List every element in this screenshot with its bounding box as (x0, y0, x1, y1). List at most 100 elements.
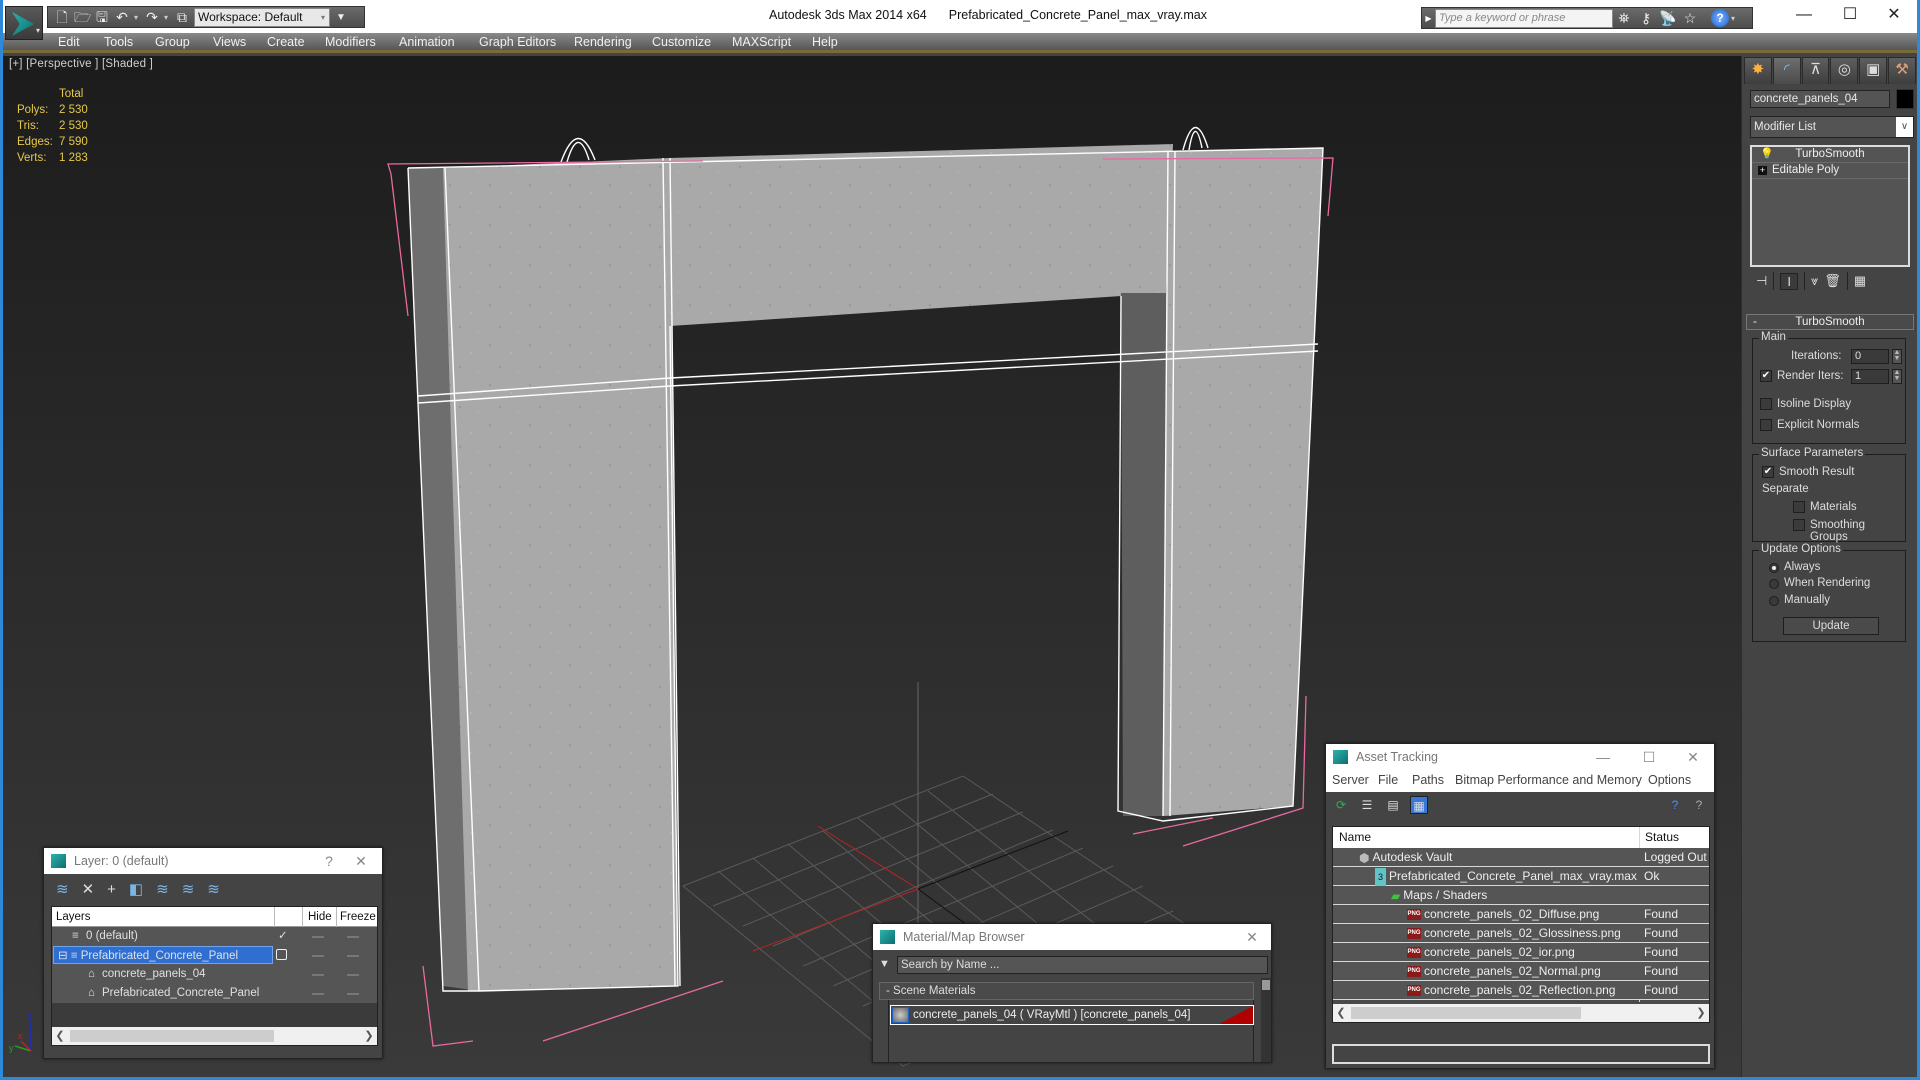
layer-row[interactable]: ⌂ Prefabricated_Concrete_Panel (52, 984, 377, 1003)
hide-toggle[interactable] (312, 974, 324, 976)
column-layers[interactable]: Layers (56, 907, 91, 927)
isoline-display-checkbox[interactable] (1760, 398, 1772, 410)
highlight-layer-icon[interactable]: ≋ (182, 880, 195, 898)
smooth-result-checkbox[interactable]: ✔ (1762, 466, 1774, 478)
menu-rendering[interactable]: Rendering (574, 35, 632, 49)
help-icon[interactable]: ? (1690, 796, 1708, 814)
refresh-icon[interactable]: ⟳ (1332, 796, 1350, 814)
hierarchy-tab[interactable]: ⊼ (1801, 57, 1830, 84)
filter-options-icon[interactable]: ▼ (879, 958, 890, 970)
key-icon[interactable]: ⚷ (1635, 10, 1657, 27)
vault-help-icon[interactable]: ? (1666, 796, 1684, 814)
dialog-title-bar[interactable]: Material/Map Browser ✕ (873, 924, 1271, 950)
binoculars-icon[interactable]: ⛯ (1613, 10, 1635, 27)
asset-row[interactable]: PNG concrete_panels_02_Reflection.png Foun… (1333, 981, 1709, 1000)
close-icon[interactable]: ✕ (346, 848, 376, 874)
update-when-rendering-radio[interactable] (1769, 579, 1779, 589)
active-checkmark-icon[interactable]: ✓ (278, 927, 288, 945)
keyword-search-input[interactable]: Type a keyword or phrase (1435, 8, 1613, 28)
layer-properties-icon[interactable]: ≋ (207, 880, 220, 898)
viewport-label[interactable]: [+] [Perspective ] [Shaded ] (9, 58, 153, 70)
spinner-arrows-icon[interactable]: ▲ ▼ (1892, 349, 1902, 364)
render-iters-spinner[interactable]: 1 (1851, 369, 1889, 384)
help-dropdown-icon[interactable]: ▾ (1731, 14, 1735, 23)
menu-paths[interactable]: Paths (1412, 770, 1444, 790)
iterations-spinner[interactable]: 0 (1851, 349, 1889, 364)
modify-tab[interactable]: ◜ (1772, 57, 1801, 84)
application-button[interactable]: ▾ (5, 6, 43, 40)
select-objects-icon[interactable]: ◧ (129, 880, 143, 898)
freeze-toggle[interactable] (347, 993, 359, 995)
make-unique-icon[interactable]: ⩔ (1811, 273, 1818, 289)
asset-row[interactable]: PNG concrete_panels_02_Glossiness.png Foun… (1333, 924, 1709, 943)
update-button[interactable]: Update (1783, 617, 1879, 635)
dialog-title-bar[interactable]: Layer: 0 (default) ? ✕ (44, 848, 382, 874)
spinner-arrows-icon[interactable]: ▲ ▼ (1892, 369, 1902, 384)
scroll-right-icon[interactable]: ❯ (361, 1027, 377, 1045)
scene-materials-category[interactable]: - Scene Materials (879, 982, 1254, 1000)
menu-group[interactable]: Group (155, 35, 190, 49)
satellite-icon[interactable]: 📡 (1657, 10, 1679, 27)
expand-arrow-icon[interactable]: ▶ (1422, 14, 1435, 23)
menu-file[interactable]: File (1378, 770, 1398, 790)
maximize-button[interactable]: ☐ (1634, 744, 1664, 770)
asset-row[interactable]: PNG concrete_panels_02_Normal.png Found (1333, 962, 1709, 981)
maximize-button[interactable]: ☐ (1827, 3, 1873, 27)
help-button[interactable]: ? (314, 848, 344, 874)
motion-tab[interactable]: ◎ (1830, 57, 1859, 84)
list-view-icon[interactable]: ☰ (1358, 796, 1376, 814)
close-icon[interactable]: ✕ (1237, 924, 1267, 950)
menu-graph-editors[interactable]: Graph Editors (479, 35, 556, 49)
pin-stack-icon[interactable]: ⊣ (1756, 273, 1767, 289)
scrollbar-thumb[interactable] (70, 1030, 274, 1042)
asset-row[interactable]: PNG concrete_panels_02_ior.png Found (1333, 943, 1709, 962)
collapse-icon[interactable]: ⊟ (58, 950, 68, 962)
utilities-tab[interactable]: ⚒ (1888, 57, 1916, 84)
layer-row[interactable]: ⊟ ≡ Prefabricated_Concrete_Panel (52, 946, 377, 965)
menu-options[interactable]: Options (1648, 770, 1691, 790)
select-layer-icon[interactable]: ≋ (156, 880, 169, 898)
delete-layer-icon[interactable]: ✕ (82, 880, 95, 898)
freeze-toggle[interactable] (347, 955, 359, 957)
create-layer-icon[interactable]: ≋ (56, 880, 69, 898)
menu-bitmap-performance[interactable]: Bitmap Performance and Memory (1455, 770, 1642, 790)
concrete-panel-model[interactable] (387, 126, 1334, 1047)
menu-views[interactable]: Views (213, 35, 246, 49)
tree-view-icon[interactable]: ▤ (1384, 796, 1402, 814)
rollout-header[interactable]: - TurboSmooth (1746, 314, 1914, 330)
scrollbar-thumb[interactable] (1262, 980, 1270, 990)
display-tab[interactable]: ▣ (1859, 57, 1888, 84)
hide-toggle[interactable] (312, 993, 324, 995)
layer-row[interactable]: ≡ 0 (default) ✓ (52, 927, 377, 946)
object-color-swatch[interactable] (1896, 89, 1914, 109)
asset-row[interactable]: PNG concrete_panels_02_Diffuse.png Found (1333, 905, 1709, 924)
horizontal-scrollbar[interactable]: ❮ ❯ (1333, 1004, 1709, 1022)
table-view-icon[interactable]: ▦ (1410, 796, 1428, 814)
search-by-name-input[interactable]: Search by Name ... (897, 956, 1268, 974)
stack-item-editable-poly[interactable]: + Editable Poly (1752, 163, 1908, 179)
scroll-left-icon[interactable]: ❮ (52, 1027, 68, 1045)
lightbulb-icon[interactable]: 💡 (1760, 147, 1774, 162)
close-icon[interactable]: ✕ (1678, 744, 1708, 770)
menu-create[interactable]: Create (267, 35, 305, 49)
make-active-checkbox[interactable] (276, 949, 287, 960)
add-to-layer-icon[interactable]: + (107, 881, 116, 898)
column-status[interactable]: Status (1645, 827, 1679, 848)
horizontal-scrollbar[interactable]: ❮ ❯ (52, 1027, 377, 1045)
show-end-result-icon[interactable]: I (1780, 272, 1798, 290)
asset-row[interactable]: ⬢ Autodesk Vault Logged Out (1333, 848, 1709, 867)
layer-row[interactable]: ⌂ concrete_panels_04 (52, 965, 377, 984)
menu-animation[interactable]: Animation (399, 35, 455, 49)
dialog-title-bar[interactable]: Asset Tracking — ☐ ✕ (1326, 744, 1714, 770)
minimize-button[interactable]: — (1588, 744, 1618, 770)
help-icon[interactable]: ? (1711, 9, 1729, 27)
scrollbar-thumb[interactable] (1351, 1007, 1581, 1019)
freeze-toggle[interactable] (347, 974, 359, 976)
remove-modifier-icon[interactable]: 🗑 (1824, 273, 1841, 289)
close-button[interactable]: ✕ (1871, 3, 1917, 27)
asset-row[interactable]: 3 Prefabricated_Concrete_Panel_max_vray.m… (1333, 867, 1709, 886)
star-icon[interactable]: ☆ (1679, 10, 1701, 27)
material-item[interactable]: concrete_panels_04 ( VRayMtl ) [concrete… (890, 1005, 1254, 1025)
separate-smoothing-groups-checkbox[interactable] (1793, 519, 1805, 531)
update-manually-radio[interactable] (1769, 596, 1779, 606)
